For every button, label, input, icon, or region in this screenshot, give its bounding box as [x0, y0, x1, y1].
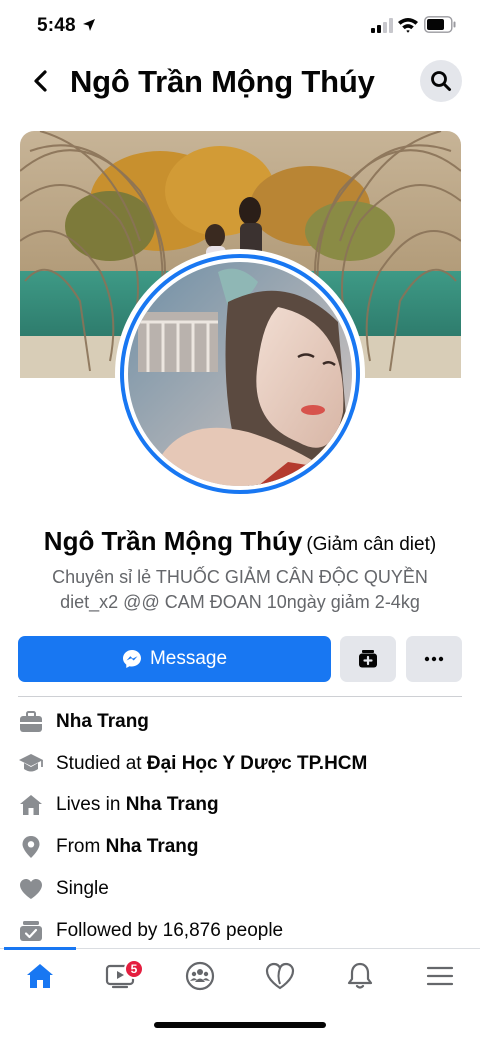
wifi-icon — [398, 18, 418, 33]
graduation-cap-icon — [18, 751, 44, 777]
detail-lives[interactable]: Lives in Nha Trang — [18, 790, 458, 820]
tab-dating[interactable] — [255, 957, 305, 995]
detail-followers[interactable]: Followed by 16,876 people — [18, 916, 458, 946]
detail-work[interactable]: Nha Trang — [18, 707, 458, 737]
profile-name: Ngô Trần Mộng Thúy — [43, 526, 303, 556]
dating-icon — [265, 962, 295, 990]
detail-relationship[interactable]: Single — [18, 874, 458, 904]
back-button[interactable] — [26, 66, 54, 96]
messenger-icon — [122, 650, 141, 668]
detail-from[interactable]: From Nha Trang — [18, 832, 458, 862]
status-bar: 5:48 — [0, 0, 480, 52]
active-tab-indicator — [4, 947, 76, 950]
followers-count: Followed by 16,876 people — [56, 920, 284, 941]
tab-menu[interactable] — [415, 957, 465, 995]
home-icon — [27, 964, 53, 988]
detail-education[interactable]: Studied at Đại Học Y Dược TP.HCM — [18, 749, 458, 779]
add-story-button[interactable] — [340, 636, 396, 682]
menu-icon — [426, 966, 454, 986]
location-pin-icon — [18, 834, 44, 860]
briefcase-icon — [18, 709, 44, 735]
education-prefix: Studied at — [56, 753, 147, 774]
chevron-left-icon — [34, 70, 47, 92]
lives-city: Nha Trang — [125, 794, 219, 815]
alternate-name: (Giảm cân diet) — [306, 534, 437, 555]
cellular-signal-icon — [371, 18, 393, 33]
from-prefix: From — [56, 836, 106, 857]
story-ring — [120, 254, 360, 494]
home-icon — [18, 792, 44, 818]
story-add-icon — [359, 650, 377, 668]
message-button-label: Message — [149, 648, 228, 669]
heart-icon — [18, 876, 44, 902]
status-time: 5:48 — [37, 15, 76, 36]
relationship-status: Single — [56, 878, 109, 899]
profile-bio: Chuyên sỉ lẻ THUỐC GIẢM CÂN ĐỘC QUYỀN di… — [52, 567, 428, 612]
groups-icon — [185, 961, 215, 991]
message-button[interactable]: Message — [18, 636, 331, 682]
more-dots-icon — [424, 656, 444, 662]
work-location: Nha Trang — [56, 711, 149, 732]
lives-prefix: Lives in — [56, 794, 126, 815]
page-title: Ngô Trần Mộng Thúy — [70, 64, 375, 99]
tab-home[interactable] — [15, 957, 65, 995]
notifications-icon — [347, 962, 373, 989]
home-indicator — [154, 1022, 326, 1028]
battery-icon — [424, 16, 456, 33]
more-options-button[interactable] — [406, 636, 462, 682]
education-school: Đại Học Y Dược TP.HCM — [146, 753, 368, 774]
followers-icon — [18, 918, 44, 944]
watch-notification-badge: 5 — [124, 959, 144, 979]
tab-watch[interactable]: 5 — [95, 957, 145, 995]
avatar-image — [128, 262, 352, 486]
profile-name-row: Ngô Trần Mộng Thúy (Giảm cân diet) — [0, 526, 480, 557]
search-icon — [431, 71, 451, 91]
profile-header: Ngô Trần Mộng Thúy — [0, 52, 480, 114]
divider — [18, 696, 462, 697]
tab-groups[interactable] — [175, 957, 225, 995]
location-arrow-icon — [83, 19, 95, 31]
profile-avatar[interactable] — [115, 249, 365, 499]
tab-notifications[interactable] — [335, 957, 385, 995]
from-city: Nha Trang — [105, 836, 199, 857]
search-button[interactable] — [420, 60, 462, 102]
